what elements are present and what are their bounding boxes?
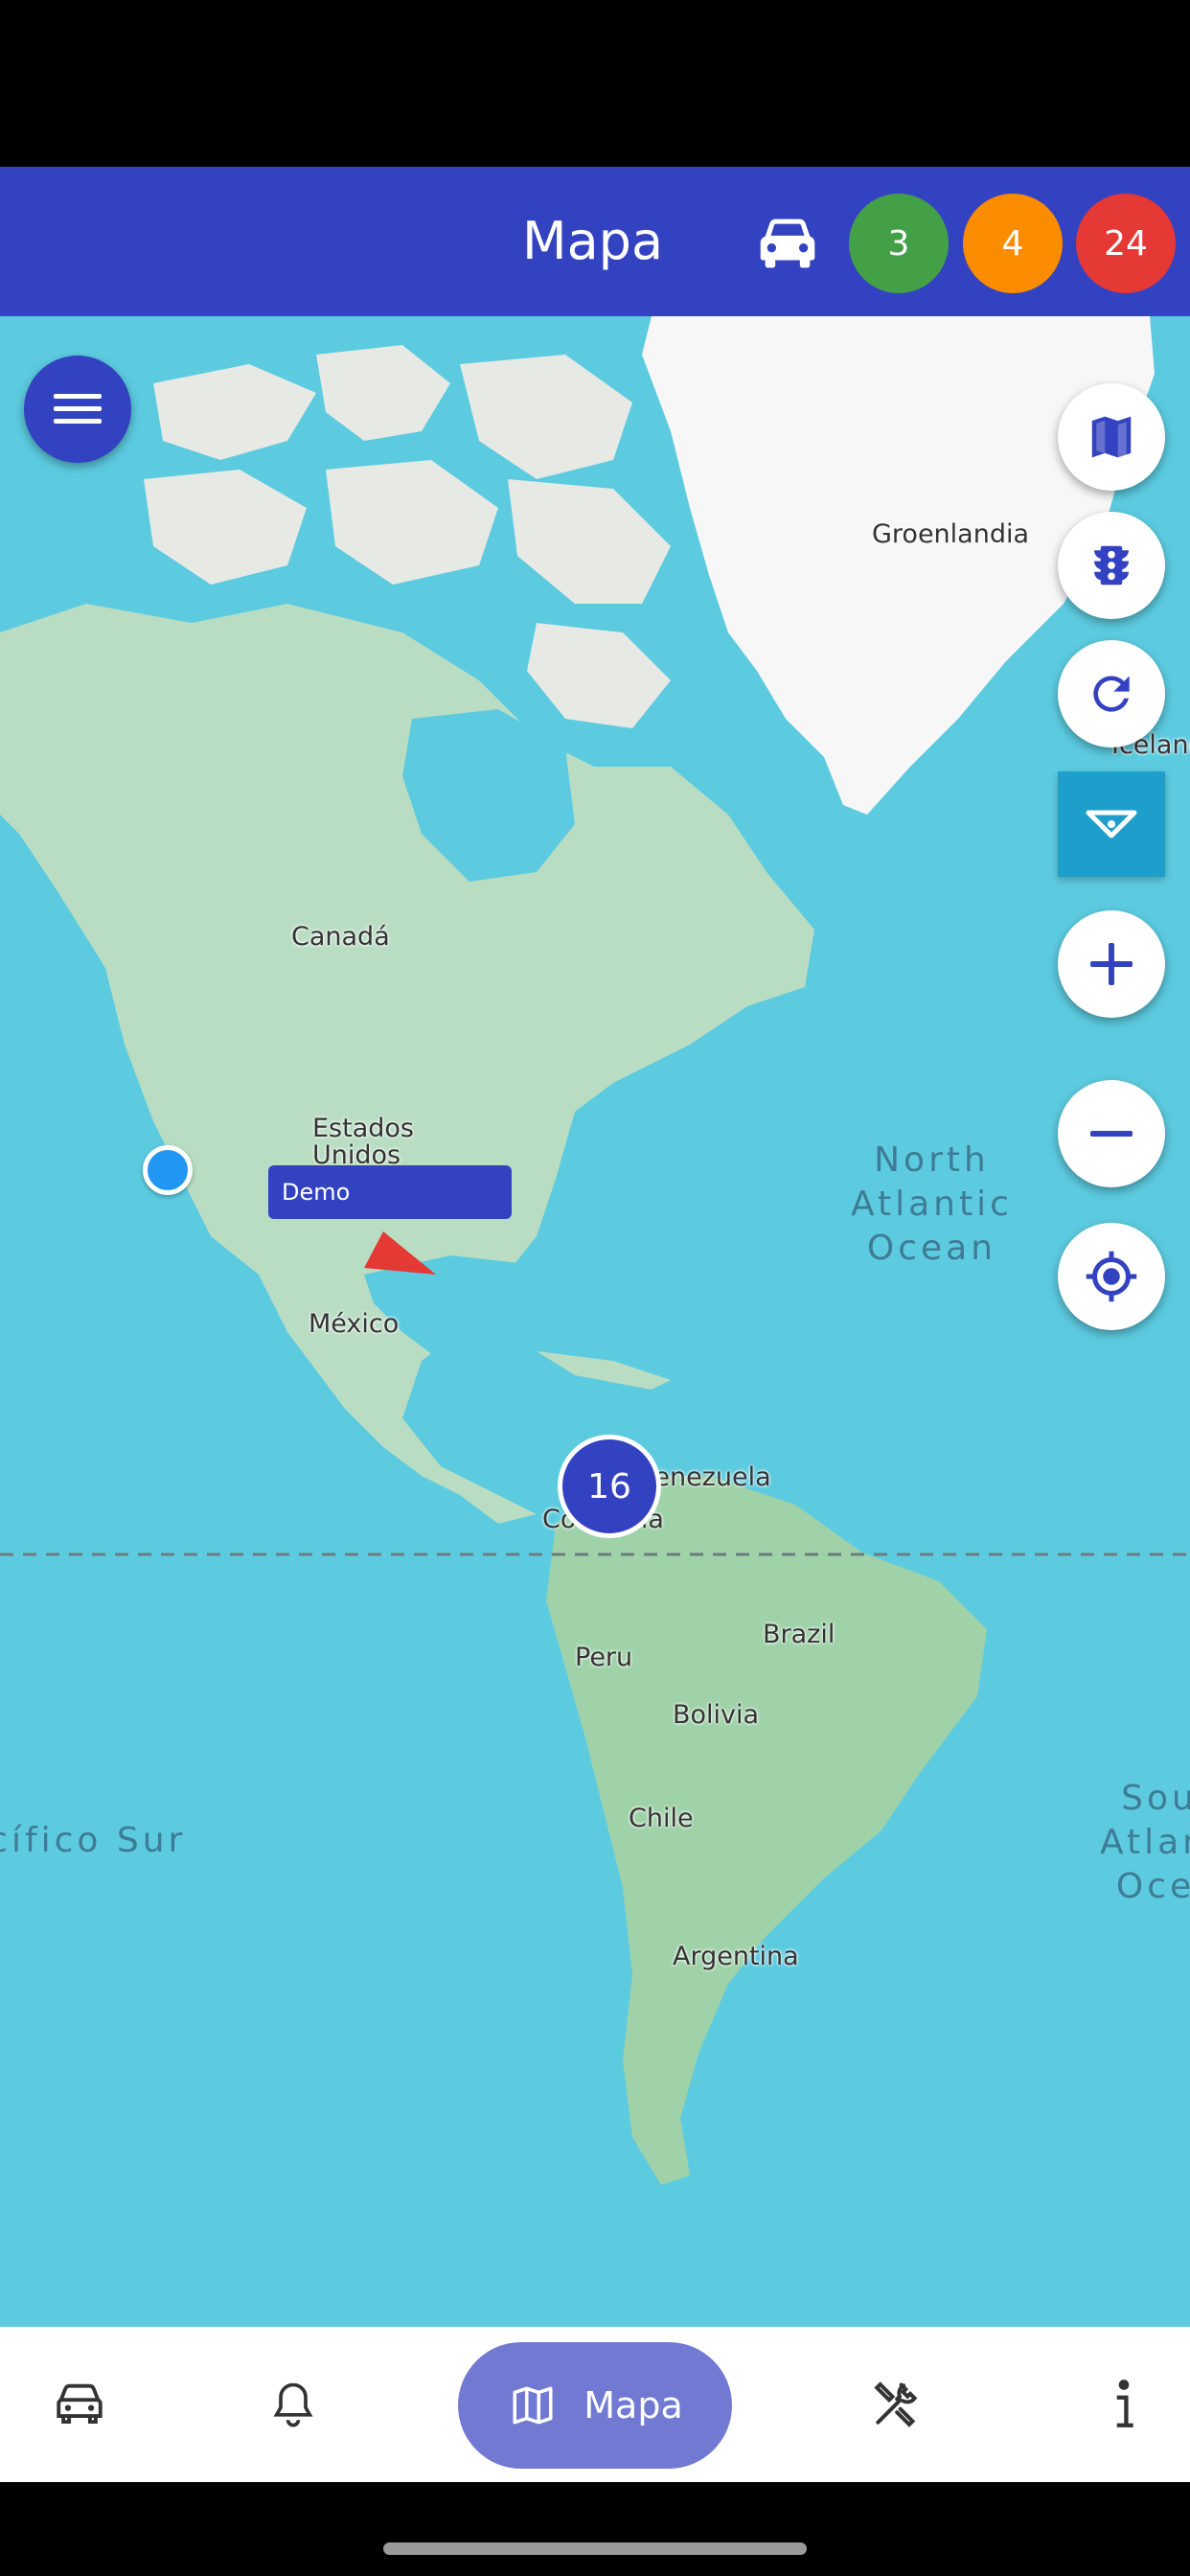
filter-button[interactable]	[1058, 771, 1165, 877]
bolivia-label: Bolivia	[673, 1700, 760, 1730]
north-atlantic-label: North Atlantic Ocean	[851, 1140, 1013, 1268]
refresh-button[interactable]	[1058, 640, 1165, 748]
menu-icon	[54, 394, 102, 424]
mexico-label: México	[309, 1309, 400, 1339]
map-background	[0, 316, 1190, 2185]
device-name-tag[interactable]: Demo	[268, 1165, 512, 1219]
south-atlantic-label: South Atlantic Ocean	[1100, 1779, 1190, 1906]
tools-icon	[874, 2381, 918, 2427]
brazil-label: Brazil	[763, 1620, 835, 1649]
all-devices-button[interactable]	[738, 194, 837, 293]
offline-count-badge[interactable]: 24	[1076, 194, 1176, 293]
greenland-label: Groenlandia	[872, 519, 1030, 549]
canada-label: Canadá	[291, 922, 390, 952]
home-indicator[interactable]	[383, 2542, 807, 2555]
traffic-button[interactable]	[1058, 512, 1165, 619]
idle-count-badge[interactable]: 4	[963, 194, 1063, 293]
page-title: Mapa	[522, 211, 664, 271]
peru-label: Peru	[575, 1643, 633, 1672]
car-icon	[760, 218, 815, 268]
usa-label: Estados Unidos	[312, 1114, 414, 1170]
zoom-in-button[interactable]	[1058, 910, 1165, 1018]
filter-icon	[1086, 810, 1137, 839]
map-outline-icon	[513, 2386, 553, 2425]
argentina-label: Argentina	[673, 1942, 799, 1971]
nav-maintenance[interactable]	[845, 2354, 947, 2455]
nav-devices[interactable]	[29, 2354, 130, 2455]
nav-map-label: Mapa	[584, 2384, 683, 2426]
map-layers-button[interactable]	[1058, 383, 1165, 491]
device-cluster-marker[interactable]: 16	[558, 1435, 661, 1538]
refresh-icon	[1093, 676, 1130, 712]
online-count-badge[interactable]: 3	[849, 194, 949, 293]
device-location-dot[interactable]	[143, 1145, 193, 1195]
traffic-light-icon	[1094, 545, 1129, 586]
my-location-button[interactable]	[1058, 1223, 1165, 1330]
bell-icon	[273, 2382, 313, 2427]
chile-label: Chile	[629, 1804, 694, 1833]
menu-button[interactable]	[24, 356, 131, 463]
nav-map[interactable]: Mapa	[458, 2342, 732, 2469]
plus-icon	[1090, 943, 1133, 985]
minus-icon	[1090, 1131, 1133, 1137]
car-outline-icon	[57, 2383, 103, 2425]
app-bar: Mapa 3 4 24	[0, 167, 1190, 316]
info-icon	[1116, 2380, 1133, 2427]
gesture-bar	[0, 2482, 1190, 2576]
south-pacific-label: Pacífico Sur	[0, 1821, 187, 1860]
map-layers-icon	[1091, 416, 1132, 458]
nav-info[interactable]	[1073, 2354, 1175, 2455]
map-view[interactable]: Groenlandia Iceland Canadá Estados Unido…	[0, 316, 1190, 2327]
bottom-navigation: Mapa	[0, 2327, 1190, 2482]
status-bar	[0, 0, 1190, 167]
nav-notifications[interactable]	[242, 2354, 344, 2455]
crosshair-icon	[1086, 1251, 1137, 1302]
zoom-out-button[interactable]	[1058, 1080, 1165, 1187]
